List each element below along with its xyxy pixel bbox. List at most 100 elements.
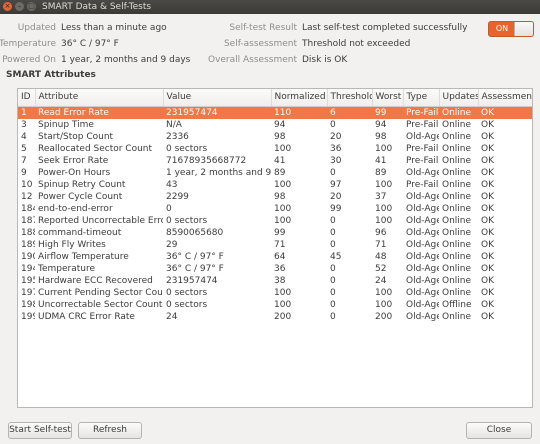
table-cell: 1 xyxy=(18,106,35,119)
table-cell: 29 xyxy=(166,239,178,250)
table-cell: 0 sectors xyxy=(166,143,208,154)
column-header-id[interactable]: ID xyxy=(18,89,36,107)
close-icon[interactable]: × xyxy=(3,2,12,11)
table-cell: 4 xyxy=(21,131,27,142)
table-cell: 190 xyxy=(21,251,35,262)
column-header-normalized[interactable]: Normalized xyxy=(271,89,328,107)
table-cell: Spinup Retry Count xyxy=(38,179,126,190)
table-row[interactable]: 4 Start/Stop Count 2336 98 20 98 Old-Age Online… xyxy=(18,131,532,143)
table-cell: OK xyxy=(481,155,494,166)
close-button[interactable]: Close xyxy=(466,422,532,439)
table-cell: 3 xyxy=(21,119,27,130)
table-row[interactable]: 3 Spinup Time N/A 94 0 94 Pre-Fail Online OK xyxy=(18,119,532,131)
column-header-attribute[interactable]: Attribute xyxy=(35,89,164,107)
column-header-worst[interactable]: Worst xyxy=(372,89,404,107)
table-cell: 94 xyxy=(274,119,286,130)
column-header-type[interactable]: Type xyxy=(403,89,440,107)
table-cell: OK xyxy=(481,251,494,262)
table-row[interactable]: 12 Power Cycle Count 2299 98 20 37 Old-Age Onli… xyxy=(18,191,532,203)
start-selftest-button[interactable]: Start Self-test xyxy=(8,422,72,439)
table-cell: 71678935668772 xyxy=(166,155,247,166)
table-cell: 41 xyxy=(274,155,286,166)
table-cell: N/A xyxy=(166,119,182,130)
table-row[interactable]: 187Reported Uncorrectable Errors0 sector… xyxy=(18,215,532,227)
table-row[interactable]: 1 Read Error Rate 231957474 110 6 99 Pre-Fail O… xyxy=(18,106,532,119)
table-row[interactable]: 188command-timeout 8590065680 99 0 96 Old-Age… xyxy=(18,227,532,239)
refresh-button[interactable]: Refresh xyxy=(78,422,142,439)
table-cell: Old-Age xyxy=(406,239,439,250)
table-cell: 10 xyxy=(21,179,33,190)
table-cell: Old-Age xyxy=(406,215,439,226)
table-cell: Online xyxy=(442,155,472,166)
table-row[interactable]: 7 Seek Error Rate 71678935668772 41 30 41 Pre-… xyxy=(18,155,532,167)
table-row[interactable]: 198Uncorrectable Sector Count0 sectors 10… xyxy=(18,299,532,311)
column-header-threshold[interactable]: Threshold xyxy=(327,89,373,107)
column-header-value[interactable]: Value xyxy=(163,89,272,107)
table-cell: 0 xyxy=(330,239,336,250)
table-cell: Hardware ECC Recovered xyxy=(38,275,153,286)
overall-assessment-label: Overall Assessment xyxy=(207,55,297,65)
table-cell: 24 xyxy=(375,275,387,286)
table-cell: Online xyxy=(442,203,472,214)
table-cell: end-to-end-error xyxy=(38,203,113,214)
table-row[interactable]: 199UDMA CRC Error Rate 24 200 0 200 Old-AgeOn… xyxy=(18,311,532,323)
table-cell: 89 xyxy=(375,167,387,178)
table-cell: 0 xyxy=(330,287,336,298)
table-cell: 30 xyxy=(330,155,342,166)
table-row[interactable]: 184end-to-end-error 0 100 99 100 Old-AgeOnlin… xyxy=(18,203,532,215)
table-cell: Online xyxy=(442,179,472,190)
table-cell: Read Error Rate xyxy=(35,106,163,119)
selftest-result-value: Last self-test completed successfully xyxy=(302,23,468,33)
table-row[interactable]: 197Current Pending Sector Count0 sectors… xyxy=(18,287,532,299)
toggle-knob[interactable] xyxy=(514,22,533,36)
maximize-icon[interactable]: □ xyxy=(27,2,36,11)
table-cell: OK xyxy=(481,215,494,226)
table-cell: Pre-Fail xyxy=(403,106,439,119)
table-cell: 100 xyxy=(274,143,292,154)
column-header-updates[interactable]: Updates xyxy=(439,89,479,107)
table-cell: Online xyxy=(442,131,472,142)
table-row[interactable]: 190Airflow Temperature 36° C / 97° F 64 45 4… xyxy=(18,251,532,263)
table-cell: 0 xyxy=(330,227,336,238)
table-cell: OK xyxy=(481,119,494,130)
table-row[interactable]: 5 Reallocated Sector Count 0 sectors 100 36 1… xyxy=(18,143,532,155)
smart-toggle[interactable]: ON xyxy=(488,21,534,37)
self-assessment-label: Self-assessment xyxy=(223,39,297,49)
table-cell: 1 year, 2 months and 9 days xyxy=(166,167,271,178)
table-cell: 43 xyxy=(166,179,178,190)
table-cell: 0 xyxy=(330,275,336,286)
table-cell: 0 xyxy=(330,215,336,226)
table-cell: 199 xyxy=(21,311,35,322)
table-cell: 184 xyxy=(21,203,35,214)
table-cell: Online xyxy=(442,287,472,298)
table-cell: Old-Age xyxy=(406,167,439,178)
table-cell: Online xyxy=(442,191,472,202)
table-row[interactable]: 189High Fly Writes 29 71 0 71 Old-AgeOnline OK xyxy=(18,239,532,251)
table-row[interactable]: 10 Spinup Retry Count 43 100 97 100 Pre-Fail On… xyxy=(18,179,532,191)
table-cell: 9 xyxy=(21,167,27,178)
table-cell: OK xyxy=(481,191,494,202)
table-cell: 71 xyxy=(375,239,387,250)
table-cell: 36° C / 97° F xyxy=(166,263,224,274)
table-cell: Pre-Fail xyxy=(406,143,439,154)
window-title: SMART Data & Self-Tests xyxy=(42,2,152,12)
table-cell: High Fly Writes xyxy=(38,239,106,250)
table-cell: OK xyxy=(481,299,494,310)
smart-attributes-table[interactable]: ID Attribute Value Normalized Threshold Worst… xyxy=(17,88,533,408)
table-cell: Online xyxy=(442,119,472,130)
table-cell: 100 xyxy=(274,215,292,226)
table-row[interactable]: 9 Power-On Hours 1 year, 2 months and 9 da… xyxy=(18,167,532,179)
table-cell: 0 xyxy=(330,263,336,274)
table-cell: 195 xyxy=(21,275,35,286)
minimize-icon[interactable]: – xyxy=(15,2,24,11)
table-cell: 97 xyxy=(330,179,342,190)
table-cell: 98 xyxy=(274,131,286,142)
table-cell: Power-On Hours xyxy=(38,167,111,178)
table-row[interactable]: 195Hardware ECC Recovered 231957474 38 0 24 O… xyxy=(18,275,532,287)
table-cell: Old-Age xyxy=(406,191,439,202)
table-cell: 188 xyxy=(21,227,35,238)
table-cell: Airflow Temperature xyxy=(38,251,129,262)
table-row[interactable]: 194Temperature36° C / 97° F36052Old-AgeO… xyxy=(18,263,532,275)
table-cell: OK xyxy=(481,239,494,250)
column-header-assessment[interactable]: Assessment xyxy=(478,89,532,107)
